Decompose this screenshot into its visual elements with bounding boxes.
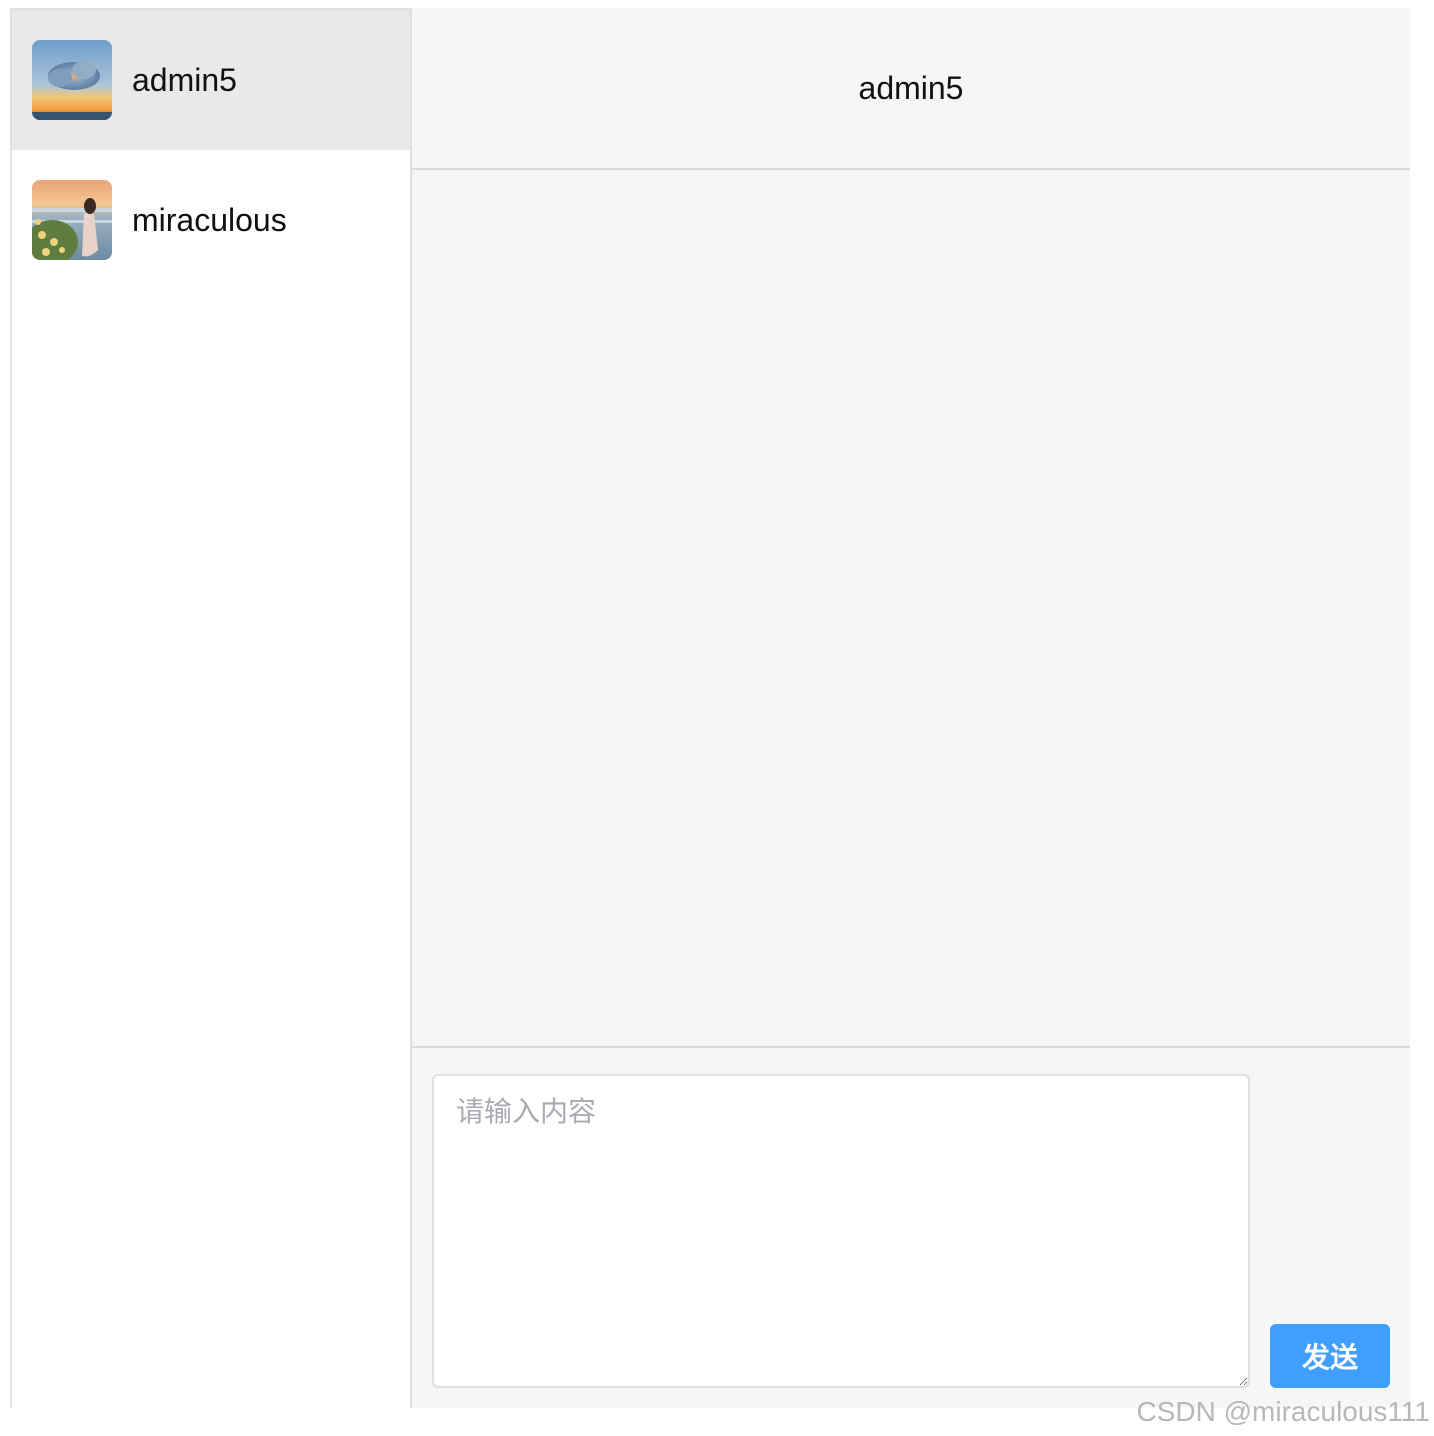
contact-name: miraculous: [132, 201, 287, 238]
girl-flowers-sea-avatar-image: [32, 180, 112, 260]
message-area[interactable]: [412, 170, 1410, 1048]
cloud-sunset-avatar-image: [32, 40, 112, 120]
contact-name: admin5: [132, 61, 237, 98]
watermark: CSDN @miraculous111: [1136, 1396, 1430, 1427]
message-input[interactable]: [432, 1074, 1250, 1388]
chat-title: admin5: [858, 69, 964, 106]
avatar: [32, 40, 112, 120]
composer: 发送: [412, 1048, 1410, 1408]
contact-item-admin5[interactable]: admin5: [12, 10, 410, 150]
chat-panel: admin5 发送: [412, 8, 1410, 1408]
avatar: [32, 180, 112, 260]
contact-sidebar: admin5 miraculous: [10, 8, 412, 1408]
contact-item-miraculous[interactable]: miraculous: [12, 150, 410, 290]
send-button[interactable]: 发送: [1270, 1324, 1390, 1388]
chat-app: admin5 miraculous admin5 请输入内容 发送: [10, 8, 1410, 1408]
chat-header: admin5: [412, 8, 1410, 170]
